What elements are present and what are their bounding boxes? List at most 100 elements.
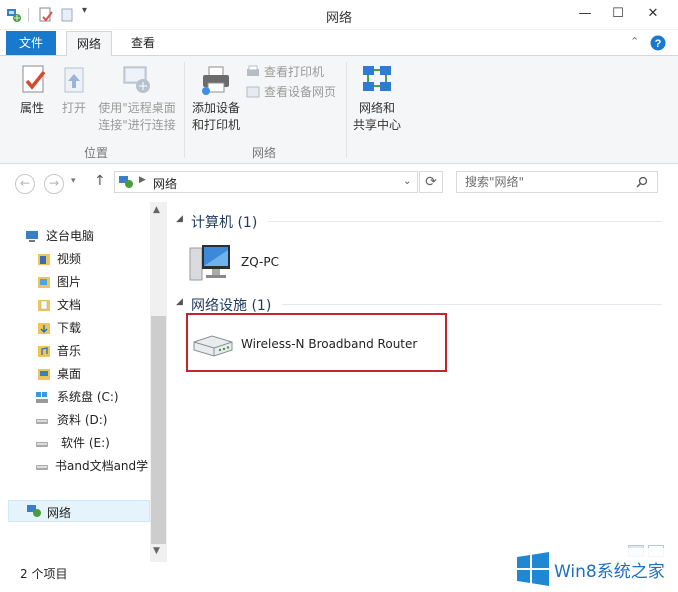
group-divider bbox=[282, 304, 662, 305]
search-icon[interactable] bbox=[636, 176, 648, 188]
scroll-up-icon[interactable]: ▲ bbox=[153, 205, 160, 215]
tree-item-drive-d[interactable]: 资料 (D:) bbox=[0, 409, 150, 432]
view-printers-label: 查看打印机 bbox=[264, 65, 325, 79]
up-button[interactable]: ↑ bbox=[94, 173, 106, 189]
scroll-down-icon[interactable]: ▼ bbox=[153, 546, 160, 556]
tree-item-label: 桌面 bbox=[57, 367, 82, 381]
network-icon bbox=[27, 505, 41, 517]
music-folder-icon bbox=[38, 346, 50, 357]
properties-button[interactable]: 属性 bbox=[12, 62, 52, 122]
tree-item-drive-e[interactable]: 软件 (E:) bbox=[0, 432, 150, 455]
group-header-computer[interactable]: 计算机 (1) bbox=[191, 212, 257, 232]
add-device-label-line2: 和打印机 bbox=[191, 118, 240, 132]
minimize-button[interactable]: — bbox=[572, 4, 598, 24]
group-collapse-icon[interactable]: ◢ bbox=[176, 297, 183, 307]
properties-label: 属性 bbox=[19, 101, 44, 115]
tree-item-network[interactable]: 网络 bbox=[8, 500, 150, 522]
item-computer[interactable]: ZQ-PC bbox=[188, 240, 298, 286]
system-drive-icon bbox=[36, 392, 48, 403]
svg-text:?: ? bbox=[655, 38, 662, 50]
printer-icon bbox=[202, 66, 229, 95]
remote-desktop-label-line1: 使用"远程桌面 bbox=[98, 101, 176, 115]
maximize-button[interactable]: ☐ bbox=[605, 4, 631, 24]
tree-item-downloads[interactable]: 下载 bbox=[0, 317, 150, 340]
computer-icon bbox=[26, 231, 38, 242]
network-sharing-icon bbox=[363, 66, 391, 91]
forward-button[interactable]: → bbox=[44, 174, 64, 194]
remote-desktop-button[interactable]: 使用"远程桌面 连接"进行连接 bbox=[94, 62, 180, 132]
help-icon[interactable]: ? bbox=[650, 35, 666, 51]
network-sharing-center-button[interactable]: 网络和 共享中心 bbox=[350, 62, 404, 132]
watermark: Win8系统之家 bbox=[508, 548, 678, 590]
tree-item-label: 软件 (E:) bbox=[61, 436, 110, 450]
address-dropdown-icon[interactable]: ⌄ bbox=[403, 176, 411, 187]
address-bar[interactable]: ▶ 网络 ⌄ bbox=[114, 171, 418, 193]
ribbon-separator bbox=[184, 62, 185, 158]
open-label: 打开 bbox=[61, 101, 86, 115]
videos-folder-icon bbox=[38, 254, 50, 265]
tree-item-label: 文档 bbox=[57, 298, 82, 312]
tree-item-documents[interactable]: 文档 bbox=[0, 294, 150, 317]
properties-icon bbox=[22, 65, 46, 93]
tree-item-label: 系统盘 (C:) bbox=[57, 390, 119, 404]
group-header-network-infrastructure[interactable]: 网络设施 (1) bbox=[191, 295, 271, 315]
tree-item-label: 视频 bbox=[57, 252, 82, 266]
collapse-ribbon-icon[interactable]: ⌃ bbox=[630, 35, 639, 48]
tree-item-music[interactable]: 音乐 bbox=[0, 340, 150, 363]
item-count: 2 个项目 bbox=[20, 567, 68, 581]
ribbon-separator bbox=[346, 62, 347, 158]
tree-item-drive-books[interactable]: 书and文档and学 bbox=[0, 455, 150, 478]
remote-desktop-icon bbox=[123, 66, 150, 93]
network-group-label: 网络 bbox=[251, 146, 276, 160]
open-button[interactable]: 打开 bbox=[56, 62, 92, 122]
refresh-button[interactable]: ⟳ bbox=[419, 171, 443, 193]
recent-locations-icon[interactable]: ▾ bbox=[71, 176, 76, 186]
open-icon bbox=[64, 67, 84, 93]
tree-item-this-pc[interactable]: 这台电脑 bbox=[0, 225, 150, 248]
tree-item-label: 音乐 bbox=[57, 344, 82, 358]
remote-desktop-label-line2: 连接"进行连接 bbox=[98, 118, 176, 132]
tree-item-label: 下载 bbox=[57, 321, 82, 335]
downloads-folder-icon bbox=[38, 323, 50, 334]
documents-folder-icon bbox=[38, 300, 50, 311]
computer-icon bbox=[189, 245, 230, 281]
item-label: ZQ-PC bbox=[241, 255, 279, 269]
tab-file[interactable]: 文件 bbox=[6, 31, 56, 55]
location-group-label: 位置 bbox=[83, 146, 108, 160]
view-device-webpage-icon bbox=[246, 86, 260, 98]
group-divider bbox=[268, 221, 662, 222]
tree-item-label: 这台电脑 bbox=[46, 229, 95, 243]
tree-item-label: 网络 bbox=[47, 506, 72, 520]
tree-item-label: 图片 bbox=[57, 275, 82, 289]
back-button[interactable]: ← bbox=[15, 174, 35, 194]
tab-view[interactable]: 查看 bbox=[120, 31, 166, 55]
breadcrumb-chevron-icon[interactable]: ▶ bbox=[139, 175, 146, 185]
drive-icon bbox=[36, 419, 48, 424]
view-printers-icon bbox=[247, 65, 259, 76]
add-device-button[interactable]: 添加设备 和打印机 bbox=[188, 62, 244, 132]
view-device-webpage-button[interactable]: 查看设备网页 bbox=[246, 84, 342, 101]
network-sharing-label-line2: 共享中心 bbox=[352, 118, 401, 132]
windows-logo-icon bbox=[517, 552, 549, 586]
tab-network[interactable]: 网络 bbox=[66, 31, 112, 57]
tree-item-pictures[interactable]: 图片 bbox=[0, 271, 150, 294]
view-device-webpage-label: 查看设备网页 bbox=[264, 85, 337, 99]
tree-item-drive-c[interactable]: 系统盘 (C:) bbox=[0, 386, 150, 409]
tree-item-label: 资料 (D:) bbox=[57, 413, 108, 427]
tree-item-videos[interactable]: 视频 bbox=[0, 248, 150, 271]
close-button[interactable]: ✕ bbox=[640, 4, 666, 24]
tree-item-desktop[interactable]: 桌面 bbox=[0, 363, 150, 386]
network-icon bbox=[119, 176, 133, 188]
add-device-label-line1: 添加设备 bbox=[191, 101, 240, 115]
scrollbar-thumb[interactable] bbox=[151, 316, 166, 544]
network-sharing-label-line1: 网络和 bbox=[358, 101, 395, 115]
router-highlight-box bbox=[186, 313, 447, 372]
drive-icon bbox=[36, 442, 48, 447]
group-collapse-icon[interactable]: ◢ bbox=[176, 214, 183, 224]
desktop-folder-icon bbox=[38, 369, 50, 380]
watermark-text: Win8系统之家 bbox=[554, 562, 665, 582]
search-input[interactable]: 搜索"网络" bbox=[456, 171, 658, 193]
tree-item-label: 书and文档and学 bbox=[55, 459, 149, 473]
view-printers-button[interactable]: 查看打印机 bbox=[246, 64, 342, 81]
breadcrumb-network[interactable]: 网络 bbox=[153, 175, 177, 192]
